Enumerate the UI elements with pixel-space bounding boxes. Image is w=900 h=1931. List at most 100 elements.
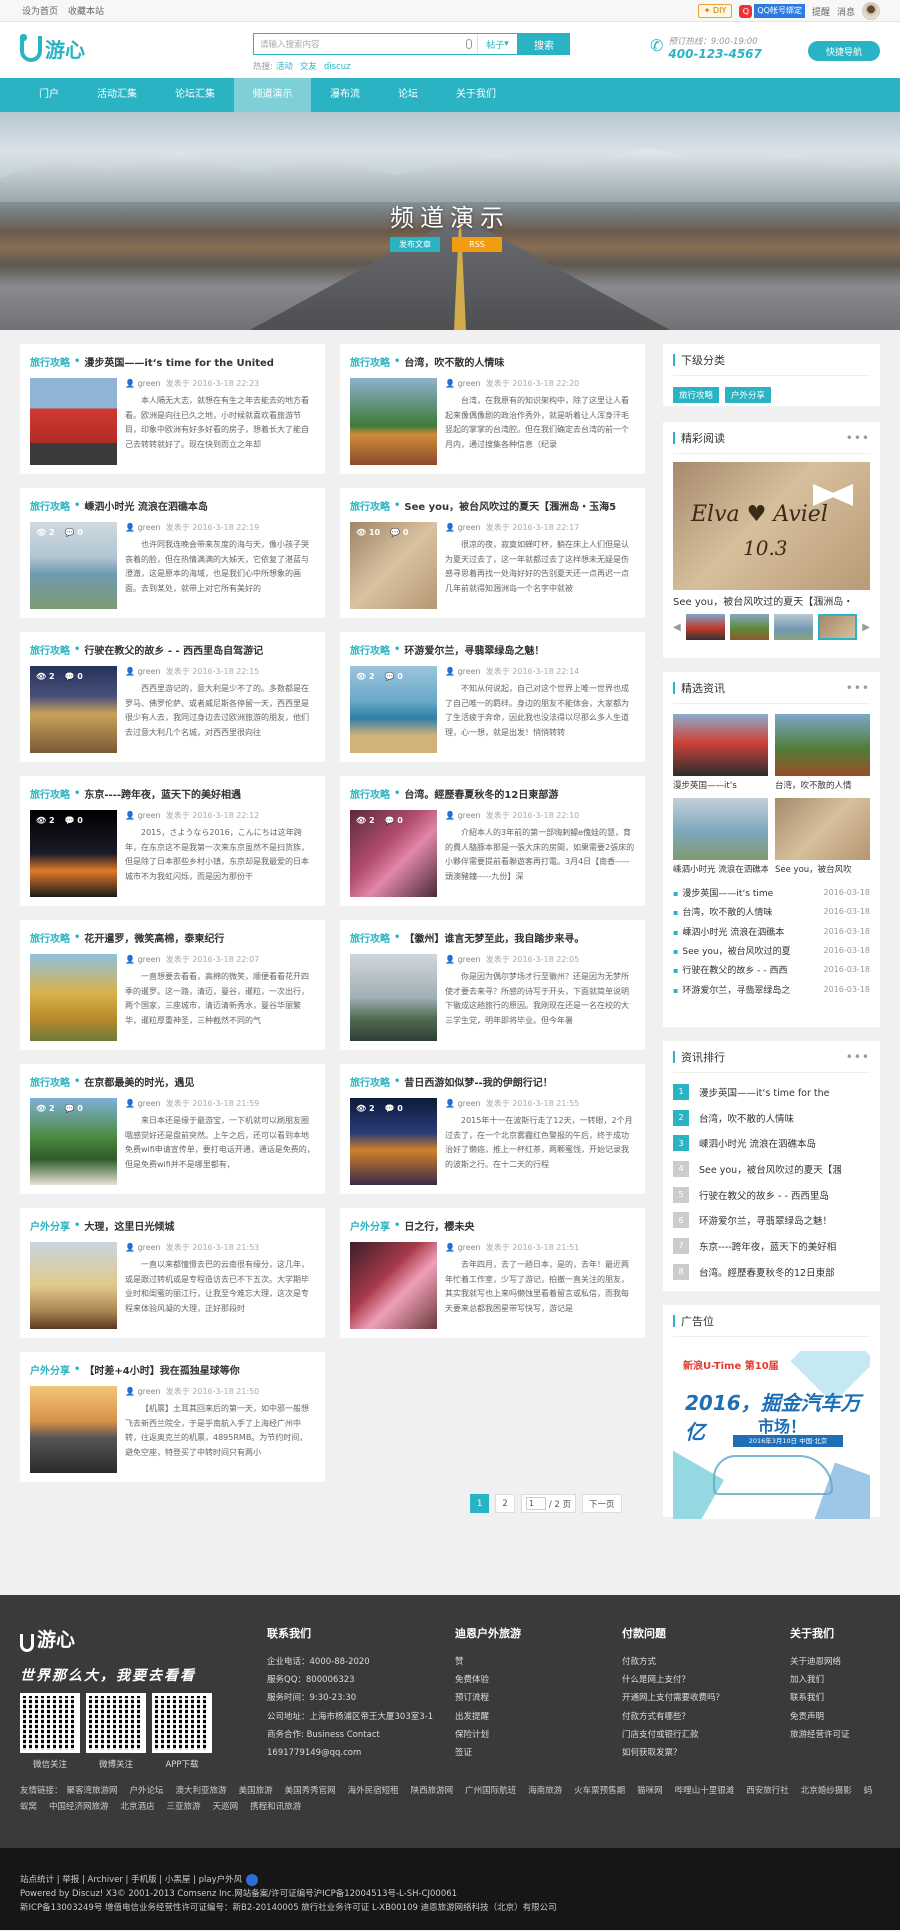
footer-link[interactable]: 加入我们 <box>790 1671 850 1689</box>
article-thumbnail[interactable] <box>350 1242 437 1329</box>
article-thumbnail[interactable] <box>350 954 437 1041</box>
pick-item[interactable]: See you，被台风吹 <box>775 798 870 875</box>
article-thumbnail[interactable] <box>30 954 117 1041</box>
article-author[interactable]: green <box>458 667 481 676</box>
article-title[interactable]: 大理，这里日光倾城 <box>84 1218 174 1233</box>
article-author[interactable]: green <box>458 1099 481 1108</box>
nav-item-events[interactable]: 活动汇集 <box>78 78 156 112</box>
news-item[interactable]: 台湾，吹不散的人情味2016-03-18 <box>673 902 870 921</box>
rank-title[interactable]: 台湾，吹不散的人情味 <box>699 1111 794 1125</box>
nav-item-forum-collection[interactable]: 论坛汇集 <box>156 78 234 112</box>
friend-link[interactable]: 澳大利亚旅游 <box>176 1786 227 1796</box>
article-category[interactable]: 旅行攻略 <box>30 354 70 369</box>
article-category[interactable]: 户外分享 <box>30 1362 70 1377</box>
news-title[interactable]: 台湾，吹不散的人情味 <box>673 905 823 918</box>
article-card[interactable]: 旅行攻略 • 行驶在教父的故乡 - - 西西里岛自驾游记 👁 2 💬 0 👤 gree… <box>20 632 325 762</box>
subcategory-travel[interactable]: 旅行攻略 <box>673 387 720 403</box>
ranking-item[interactable]: 3 嵊泗小时光 流浪在泗礁本岛 <box>673 1130 870 1156</box>
article-card[interactable]: 户外分享 • 【时差+4小时】我在孤独星球等你 👤 green 发表于 2016-3… <box>20 1352 325 1482</box>
rank-title[interactable]: See you，被台风吹过的夏天【涠 <box>699 1162 842 1176</box>
article-title-row[interactable]: 旅行攻略 • 东京----跨年夜，蓝天下的美好相遇 <box>30 776 315 810</box>
article-title-row[interactable]: 旅行攻略 • 在京都最美的时光，遇见 <box>30 1064 315 1098</box>
next-page-button[interactable]: 下一页 <box>582 1494 622 1513</box>
article-thumbnail[interactable] <box>350 378 437 465</box>
article-title-row[interactable]: 户外分享 • 【时差+4小时】我在孤独星球等你 <box>30 1352 315 1386</box>
friend-link[interactable]: 北京酒店 <box>121 1802 155 1812</box>
page-jump-input[interactable]: 1 <box>525 1497 546 1510</box>
search-input[interactable]: 请输入搜索内容 帖子 ▾ <box>253 33 518 55</box>
friend-link[interactable]: 火车票预售期 <box>574 1786 625 1796</box>
diy-button[interactable]: ✦ DIY <box>697 4 733 18</box>
friend-link[interactable]: 猫咪网 <box>637 1786 663 1796</box>
news-title[interactable]: 嵊泗小时光 流浪在泗礁本 <box>673 925 823 938</box>
article-author[interactable]: green <box>138 379 161 388</box>
rank-title[interactable]: 漫步英国——it‘s time for the <box>699 1085 830 1099</box>
friend-link[interactable]: 海南旅游 <box>528 1786 562 1796</box>
prev-arrow-icon[interactable]: ◀ <box>673 622 681 633</box>
article-title[interactable]: 台湾。經歷春夏秋冬的12日東部游 <box>404 786 558 801</box>
article-title-row[interactable]: 旅行攻略 • 环游爱尔兰，寻翡翠绿岛之魅！ <box>350 632 635 666</box>
footer-link[interactable]: 预订流程 <box>455 1689 521 1707</box>
friend-link[interactable]: 美国秀秀官网 <box>285 1786 336 1796</box>
ranking-item[interactable]: 6 环游爱尔兰，寻翡翠绿岛之魅！ <box>673 1207 870 1233</box>
article-card[interactable]: 旅行攻略 • 环游爱尔兰，寻翡翠绿岛之魅！ 👁 2 💬 0 👤 green 发表于 2… <box>340 632 645 762</box>
article-author[interactable]: green <box>138 811 161 820</box>
footer-link[interactable]: 免责声明 <box>790 1708 850 1726</box>
hot-link[interactable]: discuz <box>324 62 351 72</box>
ranking-item[interactable]: 5 行驶在教父的故乡 - - 西西里岛 <box>673 1182 870 1208</box>
article-title-row[interactable]: 旅行攻略 • 嵊泗小时光 流浪在泗礁本岛 <box>30 488 315 522</box>
article-title-row[interactable]: 旅行攻略 • 行驶在教父的故乡 - - 西西里岛自驾游记 <box>30 632 315 666</box>
article-title-row[interactable]: 旅行攻略 • 台湾，吹不散的人情味 <box>350 344 635 378</box>
rank-title[interactable]: 东京----跨年夜，蓝天下的美好相 <box>699 1239 836 1253</box>
news-item[interactable]: 环游爱尔兰，寻翡翠绿岛之2016-03-18 <box>673 979 870 998</box>
more-icon[interactable]: ••• <box>846 1050 870 1064</box>
friend-link[interactable]: 海外民宿短租 <box>348 1786 399 1796</box>
article-card[interactable]: 旅行攻略 • See you，被台风吹过的夏天【涠洲岛・玉海5 👁 10 💬 0 👤 … <box>340 488 645 618</box>
hot-link[interactable]: 交友 <box>300 62 317 72</box>
friend-link[interactable]: 北京婚纱摄影 <box>801 1786 852 1796</box>
article-card[interactable]: 旅行攻略 • 在京都最美的时光，遇见 👁 2 💬 0 👤 green 发表于 2016… <box>20 1064 325 1194</box>
article-title[interactable]: 漫步英国——it‘s time for the United <box>84 354 274 369</box>
article-category[interactable]: 旅行攻略 <box>350 642 390 657</box>
article-category[interactable]: 旅行攻略 <box>350 1074 390 1089</box>
nav-item-portal[interactable]: 门户 <box>20 78 78 112</box>
friend-link[interactable]: 天巡网 <box>213 1802 239 1812</box>
bookmark-link[interactable]: 收藏本站 <box>68 7 104 17</box>
article-title-row[interactable]: 旅行攻略 • See you，被台风吹过的夏天【涠洲岛・玉海5 <box>350 488 635 522</box>
article-author[interactable]: green <box>458 1243 481 1252</box>
ranking-item[interactable]: 8 台湾。經歷春夏秋冬的12日東部 <box>673 1259 870 1285</box>
footer-link[interactable]: 保险计划 <box>455 1726 521 1744</box>
ranking-item[interactable]: 2 台湾，吹不散的人情味 <box>673 1105 870 1131</box>
article-title[interactable]: 昔日西游如似梦--我的伊朗行记！ <box>404 1074 552 1089</box>
article-thumbnail[interactable]: 👁 2 💬 0 <box>30 1098 117 1185</box>
news-title[interactable]: 行驶在教父的故乡 - - 西西 <box>673 963 823 976</box>
article-title[interactable]: 环游爱尔兰，寻翡翠绿岛之魅！ <box>404 642 544 657</box>
article-author[interactable]: green <box>458 379 481 388</box>
friend-link[interactable]: 陕西旅游网 <box>411 1786 454 1796</box>
footer-link[interactable]: 门店支付或银行汇款 <box>622 1726 724 1744</box>
news-title[interactable]: See you，被台风吹过的夏 <box>673 944 823 957</box>
remind-link[interactable]: 提醒 <box>812 5 830 18</box>
footer-link[interactable]: 旅游经营许可证 <box>790 1726 850 1744</box>
rank-title[interactable]: 环游爱尔兰，寻翡翠绿岛之魅！ <box>699 1213 832 1227</box>
set-homepage-link[interactable]: 设为首页 <box>22 7 58 17</box>
article-title[interactable]: 【徽州】谁言无梦至此，我自踏步来寻。 <box>404 930 584 945</box>
article-category[interactable]: 户外分享 <box>30 1218 70 1233</box>
footer-link[interactable]: 付款方式有哪些？ <box>622 1708 724 1726</box>
footer-link[interactable]: 签证 <box>455 1744 521 1762</box>
article-title-row[interactable]: 旅行攻略 • 漫步英国——it‘s time for the United <box>30 344 315 378</box>
article-card[interactable]: 旅行攻略 • 嵊泗小时光 流浪在泗礁本岛 👁 2 💬 0 👤 green 发表于 20… <box>20 488 325 618</box>
friend-link[interactable]: 广州国际航班 <box>465 1786 516 1796</box>
friend-link[interactable]: 户外论坛 <box>130 1786 164 1796</box>
article-thumbnail[interactable]: 👁 10 💬 0 <box>350 522 437 609</box>
rss-button[interactable]: RSS <box>452 237 502 252</box>
article-card[interactable]: 旅行攻略 • 台湾，吹不散的人情味 👤 green 发表于 2016-3-18 22… <box>340 344 645 474</box>
subcategory-outdoor[interactable]: 户外分享 <box>725 387 772 403</box>
article-thumbnail[interactable]: 👁 2 💬 0 <box>350 1098 437 1185</box>
article-thumbnail[interactable] <box>30 1242 117 1329</box>
article-title-row[interactable]: 旅行攻略 • 花开暹罗，微笑高棉，泰柬纪行 <box>30 920 315 954</box>
nav-item-channel-demo[interactable]: 频道演示 <box>234 78 311 112</box>
news-title[interactable]: 环游爱尔兰，寻翡翠绿岛之 <box>673 983 823 996</box>
nav-item-waterfall[interactable]: 瀑布流 <box>311 78 379 112</box>
featured-image[interactable]: Elva ♥ Aviel 10.3 <box>673 462 870 590</box>
